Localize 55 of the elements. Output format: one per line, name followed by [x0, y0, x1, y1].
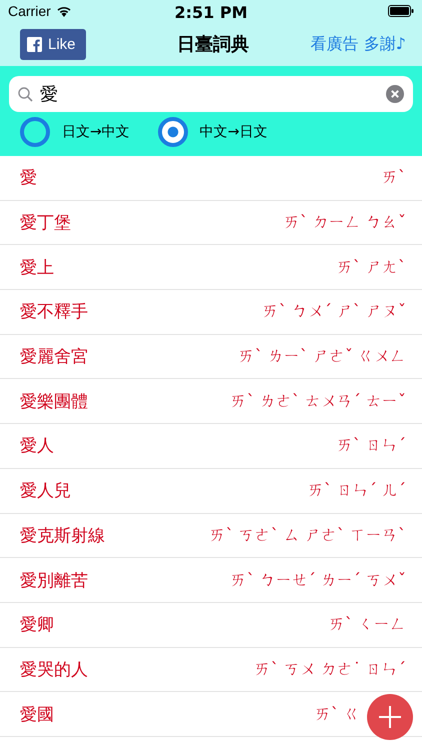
entry-row[interactable]: 愛哭的人 ㄞˋ ㄎㄨ ㄉㄜ˙ ㄖㄣˊ [0, 648, 422, 692]
entry-row[interactable]: 愛克斯射線 ㄞˋ ㄎㄜˋ ㄙ ㄕㄜˋ ㄒㄧㄢˋ [0, 514, 422, 558]
battery-icon [388, 5, 414, 17]
mode-radio[interactable]: 中文→日文 [158, 117, 268, 147]
entry-reading: ㄞˋ [382, 167, 406, 188]
search-icon [18, 87, 33, 102]
entry-row[interactable]: 愛卿 ㄞˋ ㄑㄧㄥ [0, 602, 422, 648]
entry-word: 愛哭的人 [20, 658, 88, 681]
entry-row[interactable]: 愛人兒 ㄞˋ ㄖㄣˊ ㄦˊ [0, 468, 422, 514]
entry-reading: ㄞˋ ㄑㄧㄥ [328, 614, 406, 636]
entry-row[interactable]: 愛樂團體 ㄞˋ ㄌㄜˋ ㄊㄨㄢˊ ㄊㄧˇ [0, 379, 422, 424]
ad-link[interactable]: 看廣告 多謝♪ [310, 34, 406, 54]
entry-row[interactable]: 愛別離苦 ㄞˋ ㄅㄧㄝˊ ㄌㄧˊ ㄎㄨˇ [0, 558, 422, 603]
entry-row[interactable]: 愛人 ㄞˋ ㄖㄣˊ [0, 424, 422, 469]
mode-radio[interactable]: 日文→中文 [20, 117, 130, 147]
entry-word: 愛 [20, 167, 37, 190]
entry-reading: ㄞˋ ㄅㄧㄝˊ ㄌㄧˊ ㄎㄨˇ [230, 570, 406, 591]
entry-word: 愛人兒 [20, 480, 71, 502]
search-field[interactable]: 愛 [9, 76, 413, 112]
entry-word: 愛克斯射線 [20, 524, 105, 547]
entry-reading: ㄞˋ ㄖㄣˊ ㄦˊ [308, 480, 406, 502]
entry-row[interactable]: 愛 ㄞˋ [0, 156, 422, 201]
app-title: 日臺詞典 [177, 33, 250, 56]
entry-reading: ㄞˋ ㄕㄤˋ [336, 256, 406, 278]
entry-row[interactable]: 愛丁堡 ㄞˋ ㄉㄧㄥ ㄅㄠˇ [0, 200, 422, 246]
like-button[interactable]: Like [20, 28, 86, 60]
status-time: 2:51 PM [174, 3, 248, 22]
entry-word: 愛卿 [20, 614, 54, 636]
entry-row[interactable]: 愛上 ㄞˋ ㄕㄤˋ [0, 245, 422, 290]
entry-reading: ㄞˋ ㄎㄨ ㄉㄜ˙ ㄖㄣˊ [254, 658, 406, 680]
entry-row[interactable]: 愛不釋手 ㄞˋ ㄅㄨˊ ㄕˋ ㄕㄡˇ [0, 290, 422, 335]
entry-reading: ㄞˋ ㄎㄜˋ ㄙ ㄕㄜˋ ㄒㄧㄢˋ [210, 524, 406, 546]
facebook-icon [27, 36, 42, 52]
entry-reading: ㄞˋ ㄌㄜˋ ㄊㄨㄢˊ ㄊㄧˇ [230, 390, 406, 412]
entry-word: 愛人 [20, 435, 54, 458]
entry-word: 愛國 [20, 704, 54, 726]
entry-reading: ㄞˋ ㄖㄣˊ [336, 435, 406, 456]
mode-label: 中文→日文 [200, 123, 268, 141]
carrier-label: Carrier [8, 3, 51, 19]
wifi-icon [56, 5, 72, 17]
entry-reading: ㄞˋ ㄉㄧㄥ ㄅㄠˇ [284, 212, 406, 234]
entry-reading: ㄞˋ ㄅㄨˊ ㄕˋ ㄕㄡˇ [262, 301, 406, 322]
entry-word: 愛麗舍宮 [20, 346, 88, 368]
entry-word: 愛別離苦 [20, 570, 88, 592]
mode-label: 日文→中文 [62, 123, 130, 141]
plus-icon [379, 706, 401, 728]
clear-icon[interactable] [386, 85, 404, 103]
entry-word: 愛上 [20, 256, 54, 279]
entry-word: 愛樂團體 [20, 390, 88, 413]
entry-reading: ㄞˋ ㄌㄧˋ ㄕㄜˇ ㄍㄨㄥ [238, 346, 406, 368]
entry-row[interactable]: 愛麗舍宮 ㄞˋ ㄌㄧˋ ㄕㄜˇ ㄍㄨㄥ [0, 334, 422, 380]
entry-word: 愛不釋手 [20, 301, 88, 324]
entry-reading: ㄞˋ ㄍ [314, 704, 360, 725]
add-button[interactable] [367, 694, 413, 740]
entry-word: 愛丁堡 [20, 212, 71, 234]
